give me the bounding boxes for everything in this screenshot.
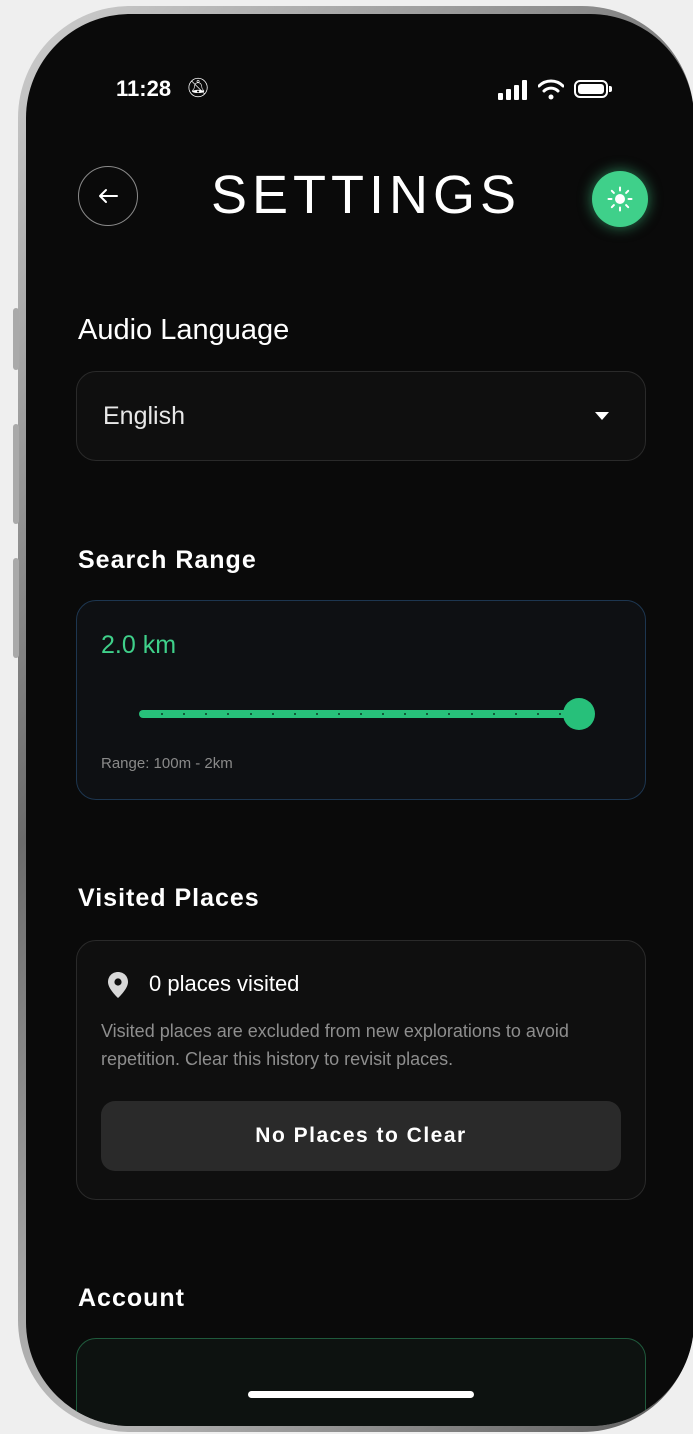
slider-tick	[293, 713, 296, 715]
slider-tick	[492, 713, 495, 715]
search-range-card: 2.0 km Range: 100m - 2km	[76, 600, 646, 800]
slider-tick	[470, 713, 473, 715]
slider-tick	[249, 713, 252, 715]
slider-tick	[271, 713, 274, 715]
status-time: 11:28	[116, 76, 172, 101]
audio-language-value: English	[103, 402, 185, 430]
volume-up-button	[13, 424, 19, 524]
slider-tick	[205, 713, 208, 715]
slider-tick	[426, 713, 429, 715]
chevron-down-icon	[595, 412, 609, 420]
slider-tick	[161, 713, 164, 715]
range-slider-thumb[interactable]	[563, 698, 595, 730]
signal-icon	[498, 80, 527, 100]
home-indicator[interactable]	[248, 1391, 474, 1398]
slider-tick	[536, 713, 539, 715]
account-card[interactable]	[76, 1338, 646, 1426]
visited-places-title: Visited Places	[78, 884, 260, 912]
mute-switch	[13, 308, 19, 370]
slider-tick	[337, 713, 340, 715]
search-range-hint: Range: 100m - 2km	[101, 755, 233, 772]
slider-tick	[315, 713, 318, 715]
bell-slash-icon: 🔕︎	[186, 78, 211, 99]
audio-language-title: Audio Language	[78, 314, 290, 346]
search-range-title: Search Range	[78, 546, 257, 574]
search-range-value: 2.0 km	[101, 631, 177, 659]
page-title: SETTINGS	[210, 165, 522, 225]
wifi-icon	[538, 79, 564, 100]
visited-description: Visited places are excluded from new exp…	[101, 1021, 569, 1069]
back-button[interactable]	[78, 166, 138, 226]
visited-count: 0 places visited	[149, 971, 300, 996]
clear-places-button[interactable]: No Places to Clear	[101, 1101, 621, 1171]
volume-down-button	[13, 558, 19, 658]
arrow-left-icon	[99, 189, 118, 203]
theme-toggle-button[interactable]	[592, 171, 648, 227]
visited-places-card: 0 places visited Visited places are excl…	[76, 940, 646, 1200]
account-title: Account	[78, 1284, 185, 1312]
range-slider-track[interactable]	[139, 710, 581, 718]
slider-tick	[558, 713, 561, 715]
location-pin-icon	[108, 972, 128, 998]
slider-tick	[183, 713, 186, 715]
slider-tick	[448, 713, 451, 715]
audio-language-select[interactable]: English	[76, 371, 646, 461]
app-screen: 11:28 🔕︎ SETTINGS Audio Language English…	[26, 14, 693, 1426]
slider-tick	[227, 713, 230, 715]
battery-icon	[574, 80, 612, 98]
slider-tick	[360, 713, 362, 715]
slider-tick	[382, 713, 385, 715]
slider-tick	[514, 713, 517, 715]
slider-tick	[404, 713, 407, 715]
sun-icon	[607, 186, 633, 212]
